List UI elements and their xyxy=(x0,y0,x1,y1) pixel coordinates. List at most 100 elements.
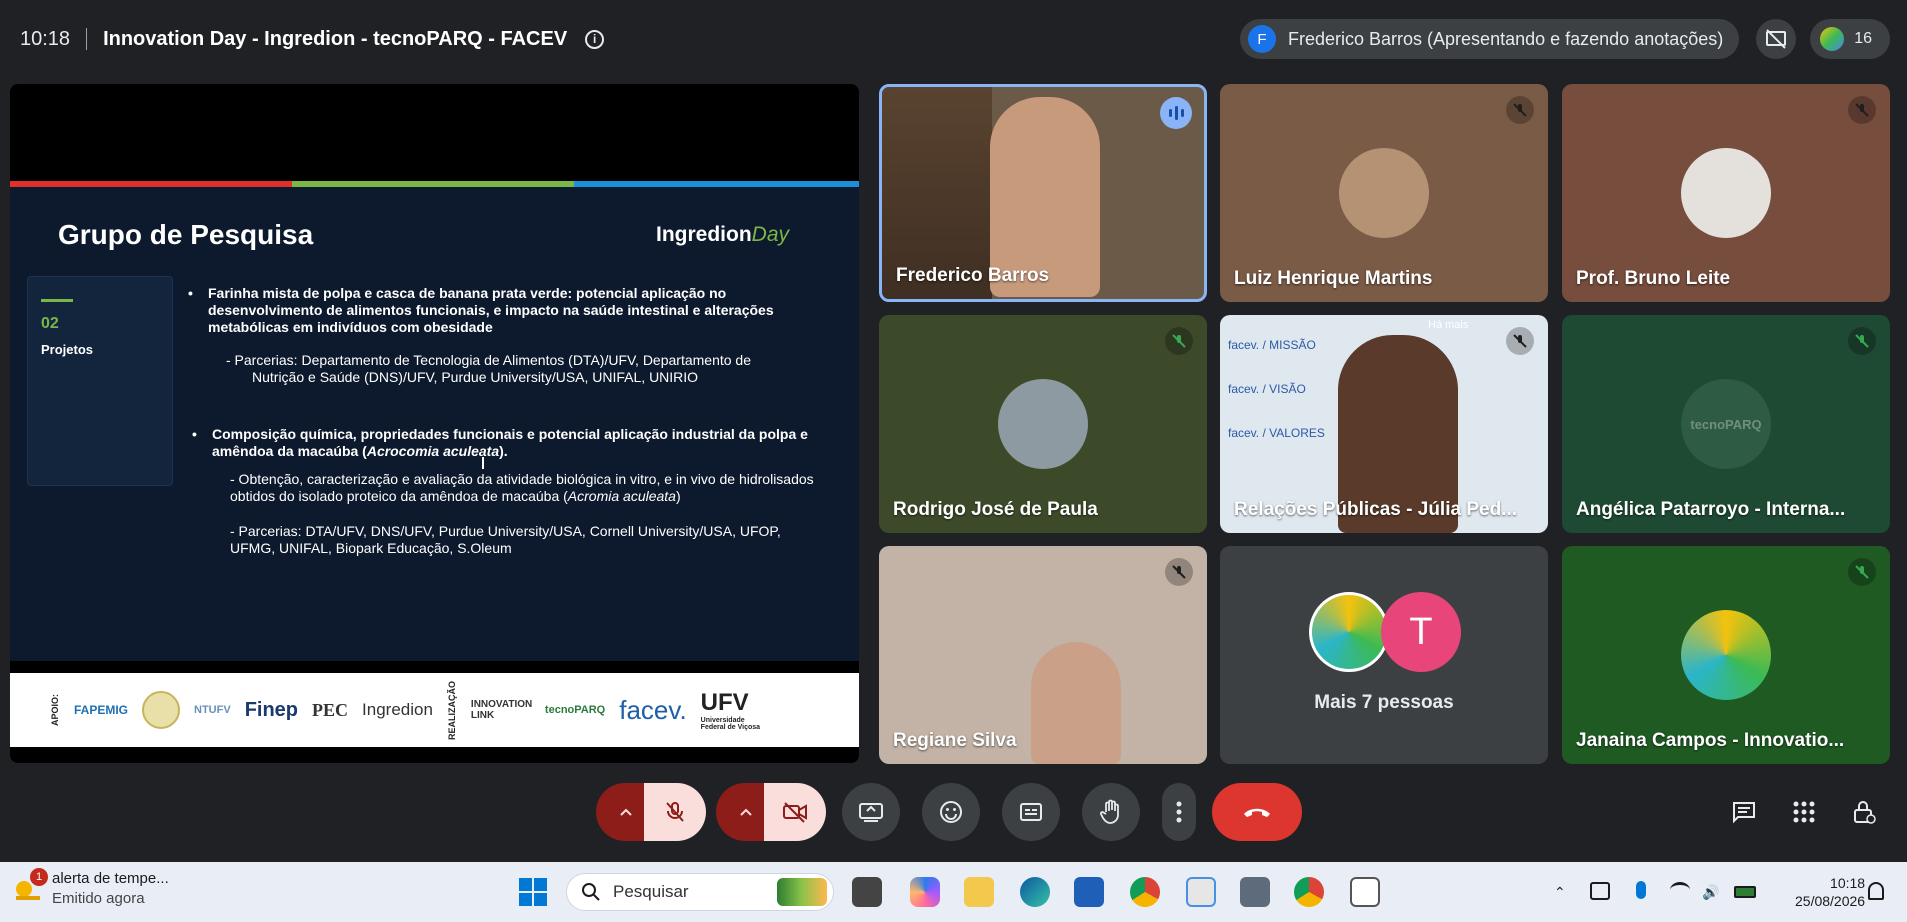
participant-tile[interactable]: Prof. Bruno Leite xyxy=(1562,84,1890,302)
camera-toggle-button[interactable] xyxy=(764,783,826,841)
project2-description: - Obtenção, caracterização e avaliação d… xyxy=(230,471,814,504)
video-person xyxy=(1031,642,1121,764)
windows-start-icon[interactable] xyxy=(518,877,548,907)
mic-off-icon xyxy=(1848,558,1876,586)
notepad-icon[interactable] xyxy=(1350,877,1380,907)
banner-text: Há mais xyxy=(1428,319,1469,331)
bullet-icon: • xyxy=(192,426,197,442)
participant-name: Frederico Barros xyxy=(896,265,1050,286)
participant-name: Regiane Silva xyxy=(893,730,1017,751)
participant-avatar-letter: T xyxy=(1381,592,1461,672)
info-icon[interactable]: i xyxy=(585,29,605,49)
section-card: 02 Projetos xyxy=(27,276,173,486)
clock-time: 10:18 xyxy=(1830,875,1866,891)
mic-off-icon xyxy=(1848,96,1876,124)
participant-avatar xyxy=(1681,148,1771,238)
participant-name: Janaina Campos - Innovatio... xyxy=(1576,730,1845,751)
mic-toggle-button[interactable] xyxy=(644,783,706,841)
sponsor-logos: APOIO: FAPEMIG NTUFV Finep PEC Ingredion… xyxy=(10,673,859,747)
activities-icon[interactable] xyxy=(1789,797,1819,827)
tray-chevron-icon[interactable]: ⌃ xyxy=(1554,884,1566,901)
clock-date: 25/08/2026 xyxy=(1795,893,1866,909)
search-highlight-icon xyxy=(777,878,827,906)
slide-stripe-red xyxy=(10,181,292,187)
participant-tile[interactable]: tecnoPARQ Angélica Patarroyo - Interna..… xyxy=(1562,315,1890,533)
more-people-label: Mais 7 pessoas xyxy=(1314,692,1454,713)
participant-tile[interactable]: Janaina Campos - Innovatio... xyxy=(1562,546,1890,764)
finep-logo: Finep xyxy=(244,698,299,721)
mic-off-icon xyxy=(666,802,684,822)
emoji-icon xyxy=(940,801,962,823)
presenter-avatar: F xyxy=(1248,25,1276,53)
edge-icon[interactable] xyxy=(1020,877,1050,907)
more-people-tile[interactable]: T Mais 7 pessoas xyxy=(1220,546,1548,764)
participant-name: Luiz Henrique Martins xyxy=(1234,268,1433,289)
shared-screen: Grupo de Pesquisa IngredionDay 02 Projet… xyxy=(10,84,859,763)
presenter-label: Frederico Barros (Apresentando e fazendo… xyxy=(1288,28,1724,49)
project2-title: Composição química, propriedades funcion… xyxy=(212,426,808,459)
presenter-chip[interactable]: F Frederico Barros (Apresentando e fazen… xyxy=(1240,19,1740,59)
mic-off-icon xyxy=(1165,558,1193,586)
speaking-indicator-icon xyxy=(1160,97,1192,129)
participant-avatar xyxy=(1339,148,1429,238)
taskbar-clock[interactable]: 10:18 25/08/2026 xyxy=(1795,874,1865,910)
cursor-icon xyxy=(482,457,490,469)
microphone-icon[interactable] xyxy=(1636,881,1646,899)
section-label: Projetos xyxy=(41,342,94,357)
innovation-link-logo: INNOVATION LINK xyxy=(470,699,533,721)
captions-button[interactable] xyxy=(1002,783,1060,841)
participant-tile[interactable]: facev. / MISSÃO facev. / VISÃO facev. / … xyxy=(1220,315,1548,533)
fapemig-logo: FAPEMIG xyxy=(74,703,129,717)
host-controls-icon[interactable] xyxy=(1849,797,1879,827)
captions-icon xyxy=(1020,803,1042,821)
wifi-icon[interactable] xyxy=(1670,882,1690,898)
participant-name: Rodrigo José de Paula xyxy=(893,499,1098,520)
raise-hand-button[interactable] xyxy=(1082,783,1140,841)
search-icon xyxy=(582,883,600,901)
chat-icon[interactable] xyxy=(1729,797,1759,827)
hide-presentation-icon[interactable] xyxy=(1756,19,1796,59)
mic-off-icon xyxy=(1848,327,1876,355)
participant-name: Relações Públicas - Júlia Ped... xyxy=(1234,499,1518,520)
notifications-bell-icon[interactable] xyxy=(1868,882,1884,900)
section-number: 02 xyxy=(41,315,59,332)
participant-tile[interactable]: Frederico Barros xyxy=(879,84,1207,302)
notification-title: alerta de tempe... xyxy=(52,870,169,887)
chrome-profile-icon[interactable] xyxy=(1294,877,1324,907)
project1-partners-2: Nutrição e Saúde (DNS)/UFV, Purdue Unive… xyxy=(252,369,699,385)
project1-partners-1: - Parcerias: Departamento de Tecnologia … xyxy=(226,352,751,368)
ufv-logo: UFV Universidade Federal de Viçosa xyxy=(700,689,761,731)
chrome-icon[interactable] xyxy=(1130,877,1160,907)
file-explorer-icon[interactable] xyxy=(964,877,994,907)
taskbar-search-input[interactable]: Pesquisar xyxy=(566,873,834,911)
mic-off-icon xyxy=(1165,327,1193,355)
participants-button[interactable]: 16 xyxy=(1810,19,1890,59)
leave-call-button[interactable] xyxy=(1212,783,1302,841)
participant-tile[interactable]: Regiane Silva xyxy=(879,546,1207,764)
windows-taskbar: 1 alerta de tempe... Emitido agora Pesqu… xyxy=(0,862,1907,922)
more-options-button[interactable] xyxy=(1162,783,1196,841)
reactions-button[interactable] xyxy=(922,783,980,841)
weather-notification[interactable]: 1 alerta de tempe... Emitido agora xyxy=(12,868,169,907)
apoio-label: APOIO: xyxy=(50,693,60,726)
snipping-tool-icon[interactable] xyxy=(1186,877,1216,907)
slide-stripe-green xyxy=(292,181,574,187)
slide: Grupo de Pesquisa IngredionDay 02 Projet… xyxy=(10,181,859,747)
present-screen-button[interactable] xyxy=(842,783,900,841)
volume-icon[interactable]: 🔊 xyxy=(1702,884,1719,901)
store-icon[interactable] xyxy=(1074,877,1104,907)
realizacao-label: REALIZAÇÃO xyxy=(446,680,457,740)
ingredion-day-logo: IngredionDay xyxy=(656,223,790,246)
participant-tile[interactable]: Luiz Henrique Martins xyxy=(1220,84,1548,302)
copilot-icon[interactable] xyxy=(910,877,940,907)
notification-subtitle: Emitido agora xyxy=(52,890,145,907)
network-off-icon[interactable] xyxy=(1590,882,1610,900)
meeting-title: Innovation Day - Ingredion - tecnoPARQ -… xyxy=(103,27,568,50)
hand-icon xyxy=(1100,799,1119,824)
pec-logo: PEC xyxy=(312,699,349,720)
task-view-icon[interactable] xyxy=(852,877,882,907)
participant-tile[interactable]: Rodrigo José de Paula xyxy=(879,315,1207,533)
calculator-icon[interactable] xyxy=(1240,877,1270,907)
battery-icon[interactable] xyxy=(1734,886,1756,898)
bullet-icon: • xyxy=(188,285,193,301)
